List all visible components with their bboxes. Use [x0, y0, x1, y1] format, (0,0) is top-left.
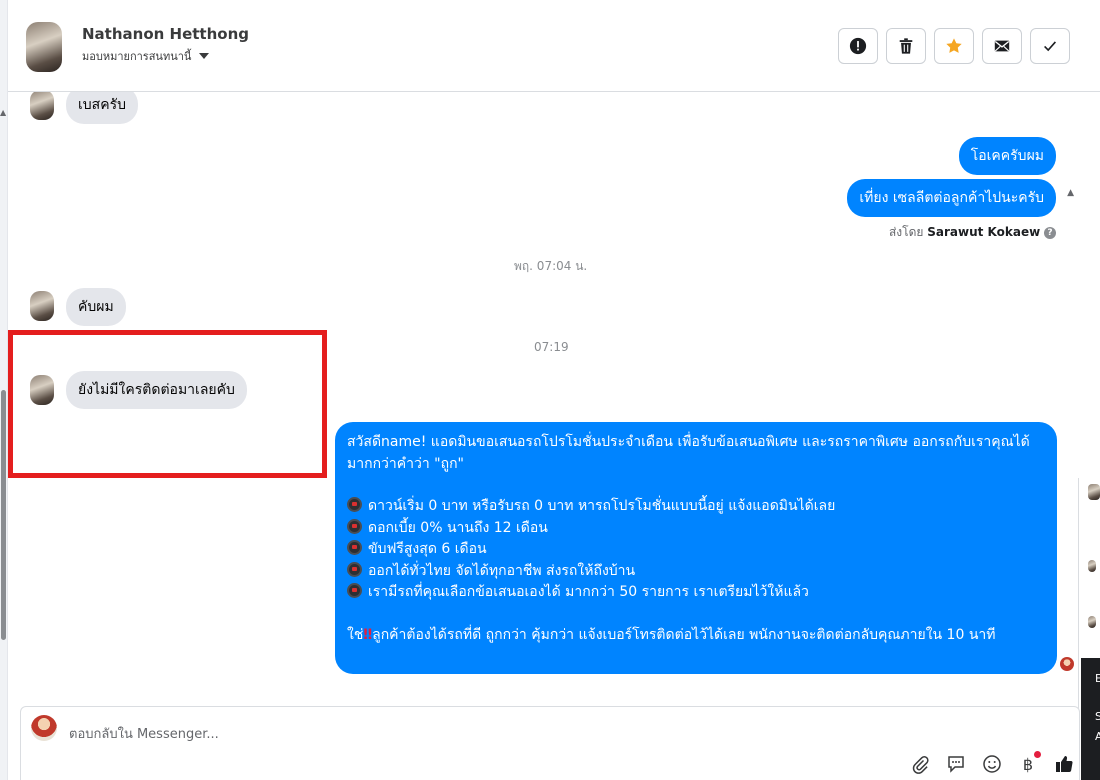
car-emoji-icon: [347, 518, 362, 534]
mark-unread-button[interactable]: [982, 28, 1022, 64]
reply-box[interactable]: ตอบกลับใน Messenger... ฿: [20, 706, 1080, 780]
scroll-up-icon[interactable]: ▲: [0, 108, 6, 117]
promo-bullet: ขับฟรีสูงสุด 6 เดือน: [347, 539, 1045, 561]
incoming-message[interactable]: คับผม: [66, 288, 126, 326]
left-scroll-strip[interactable]: ▲: [0, 0, 8, 780]
double-exclamation-icon: ‼: [363, 626, 373, 643]
help-icon[interactable]: ?: [1044, 226, 1056, 239]
alert-icon: [849, 37, 867, 55]
caret-down-icon: [199, 53, 210, 59]
chat-bubble-icon: [948, 756, 964, 773]
conversation-header: Nathanon Hetthong มอบหมายการสนทนานี้: [8, 0, 1100, 92]
delete-button[interactable]: [886, 28, 926, 64]
promo-bullet: ออกได้ทั่วไทย จัดได้ทุกอาชีพ ส่งรถให้ถึง…: [347, 561, 1045, 583]
sent-by-info: ส่งโดย Sarawut Kokaew ?: [889, 223, 1056, 242]
promo-intro: สวัสดีname! แอดมินขอเสนอรถโปรโมชั่นประจำ…: [347, 434, 1030, 472]
contact-name[interactable]: Nathanon Hetthong: [82, 25, 249, 43]
promo-bullet: ดอกเบี้ย 0% นานถึง 12 เดือน: [347, 518, 1045, 540]
timestamp: 07:19: [534, 340, 569, 354]
promo-bullet: ดาวน์เริ่ม 0 บาท หรือรับรถ 0 บาท หารถโปร…: [347, 496, 1045, 518]
car-emoji-icon: [347, 561, 362, 577]
attach-button[interactable]: [909, 753, 931, 775]
side-letter: S: [1095, 710, 1100, 723]
notification-dot: [1034, 751, 1041, 758]
contact-avatar[interactable]: [26, 22, 62, 72]
sender-avatar: [30, 291, 54, 321]
page-avatar: [31, 715, 57, 741]
side-avatar[interactable]: [1088, 484, 1100, 500]
thread-scroll-up-icon[interactable]: ▲: [1067, 188, 1074, 198]
read-receipt-avatar: [1060, 657, 1074, 671]
emoji-button[interactable]: [981, 753, 1003, 775]
envelope-icon: [994, 40, 1010, 52]
sender-avatar: [30, 92, 54, 120]
star-icon: [946, 38, 962, 53]
sent-by-name: Sarawut Kokaew: [927, 225, 1041, 239]
sent-by-label: ส่งโดย: [888, 225, 924, 239]
outgoing-message[interactable]: โอเคครับผม: [958, 137, 1056, 175]
saved-replies-button[interactable]: [945, 753, 967, 775]
incoming-message[interactable]: เบสครับ: [66, 92, 138, 124]
assign-label: มอบหมายการสนทนานี้: [82, 50, 192, 63]
reply-tools: ฿: [909, 751, 1075, 775]
car-emoji-icon: [347, 583, 362, 598]
header-actions: [838, 28, 1070, 64]
highlight-box: [8, 330, 327, 478]
smiley-icon: [983, 755, 1001, 773]
assign-conversation-dropdown[interactable]: มอบหมายการสนทนานี้: [82, 47, 210, 65]
side-dark-panel: E S A: [1081, 658, 1100, 780]
side-letter: A: [1095, 730, 1100, 743]
timestamp: พฤ. 07:04 น.: [514, 259, 588, 273]
payment-button[interactable]: ฿: [1017, 751, 1041, 775]
paperclip-icon: [912, 756, 929, 774]
trash-icon: [899, 38, 913, 54]
thumbs-up-icon: [1056, 756, 1073, 773]
reply-input[interactable]: ตอบกลับใน Messenger...: [69, 723, 219, 744]
side-panel-cutoff: E S A: [1078, 478, 1100, 780]
left-scrollbar-thumb[interactable]: [1, 390, 6, 640]
side-letter: E: [1095, 672, 1100, 685]
check-icon: [1044, 41, 1057, 52]
promo-closing: ใช่‼ลูกค้าต้องได้รถที่ดี ถูกกว่า คุ้มกว่…: [347, 626, 996, 643]
side-avatar[interactable]: [1088, 616, 1096, 628]
mark-done-button[interactable]: [1030, 28, 1070, 64]
outgoing-promo-message[interactable]: สวัสดีname! แอดมินขอเสนอรถโปรโมชั่นประจำ…: [335, 422, 1057, 674]
like-button[interactable]: [1053, 753, 1075, 775]
star-button[interactable]: [934, 28, 974, 64]
side-avatar[interactable]: [1088, 560, 1096, 572]
car-emoji-icon: [347, 497, 362, 512]
car-emoji-icon: [347, 540, 362, 555]
spam-button[interactable]: [838, 28, 878, 64]
message-thread[interactable]: ▲ เบสครับ โอเคครับผม เที่ยง เซลลีตต่อลูก…: [8, 92, 1078, 702]
baht-icon: ฿: [1022, 754, 1034, 774]
outgoing-message[interactable]: เที่ยง เซลลีตต่อลูกค้าไปนะครับ: [847, 179, 1056, 217]
promo-bullet: เรามีรถที่คุณเลือกข้อเสนอเองได้ มากกว่า …: [347, 582, 1045, 604]
